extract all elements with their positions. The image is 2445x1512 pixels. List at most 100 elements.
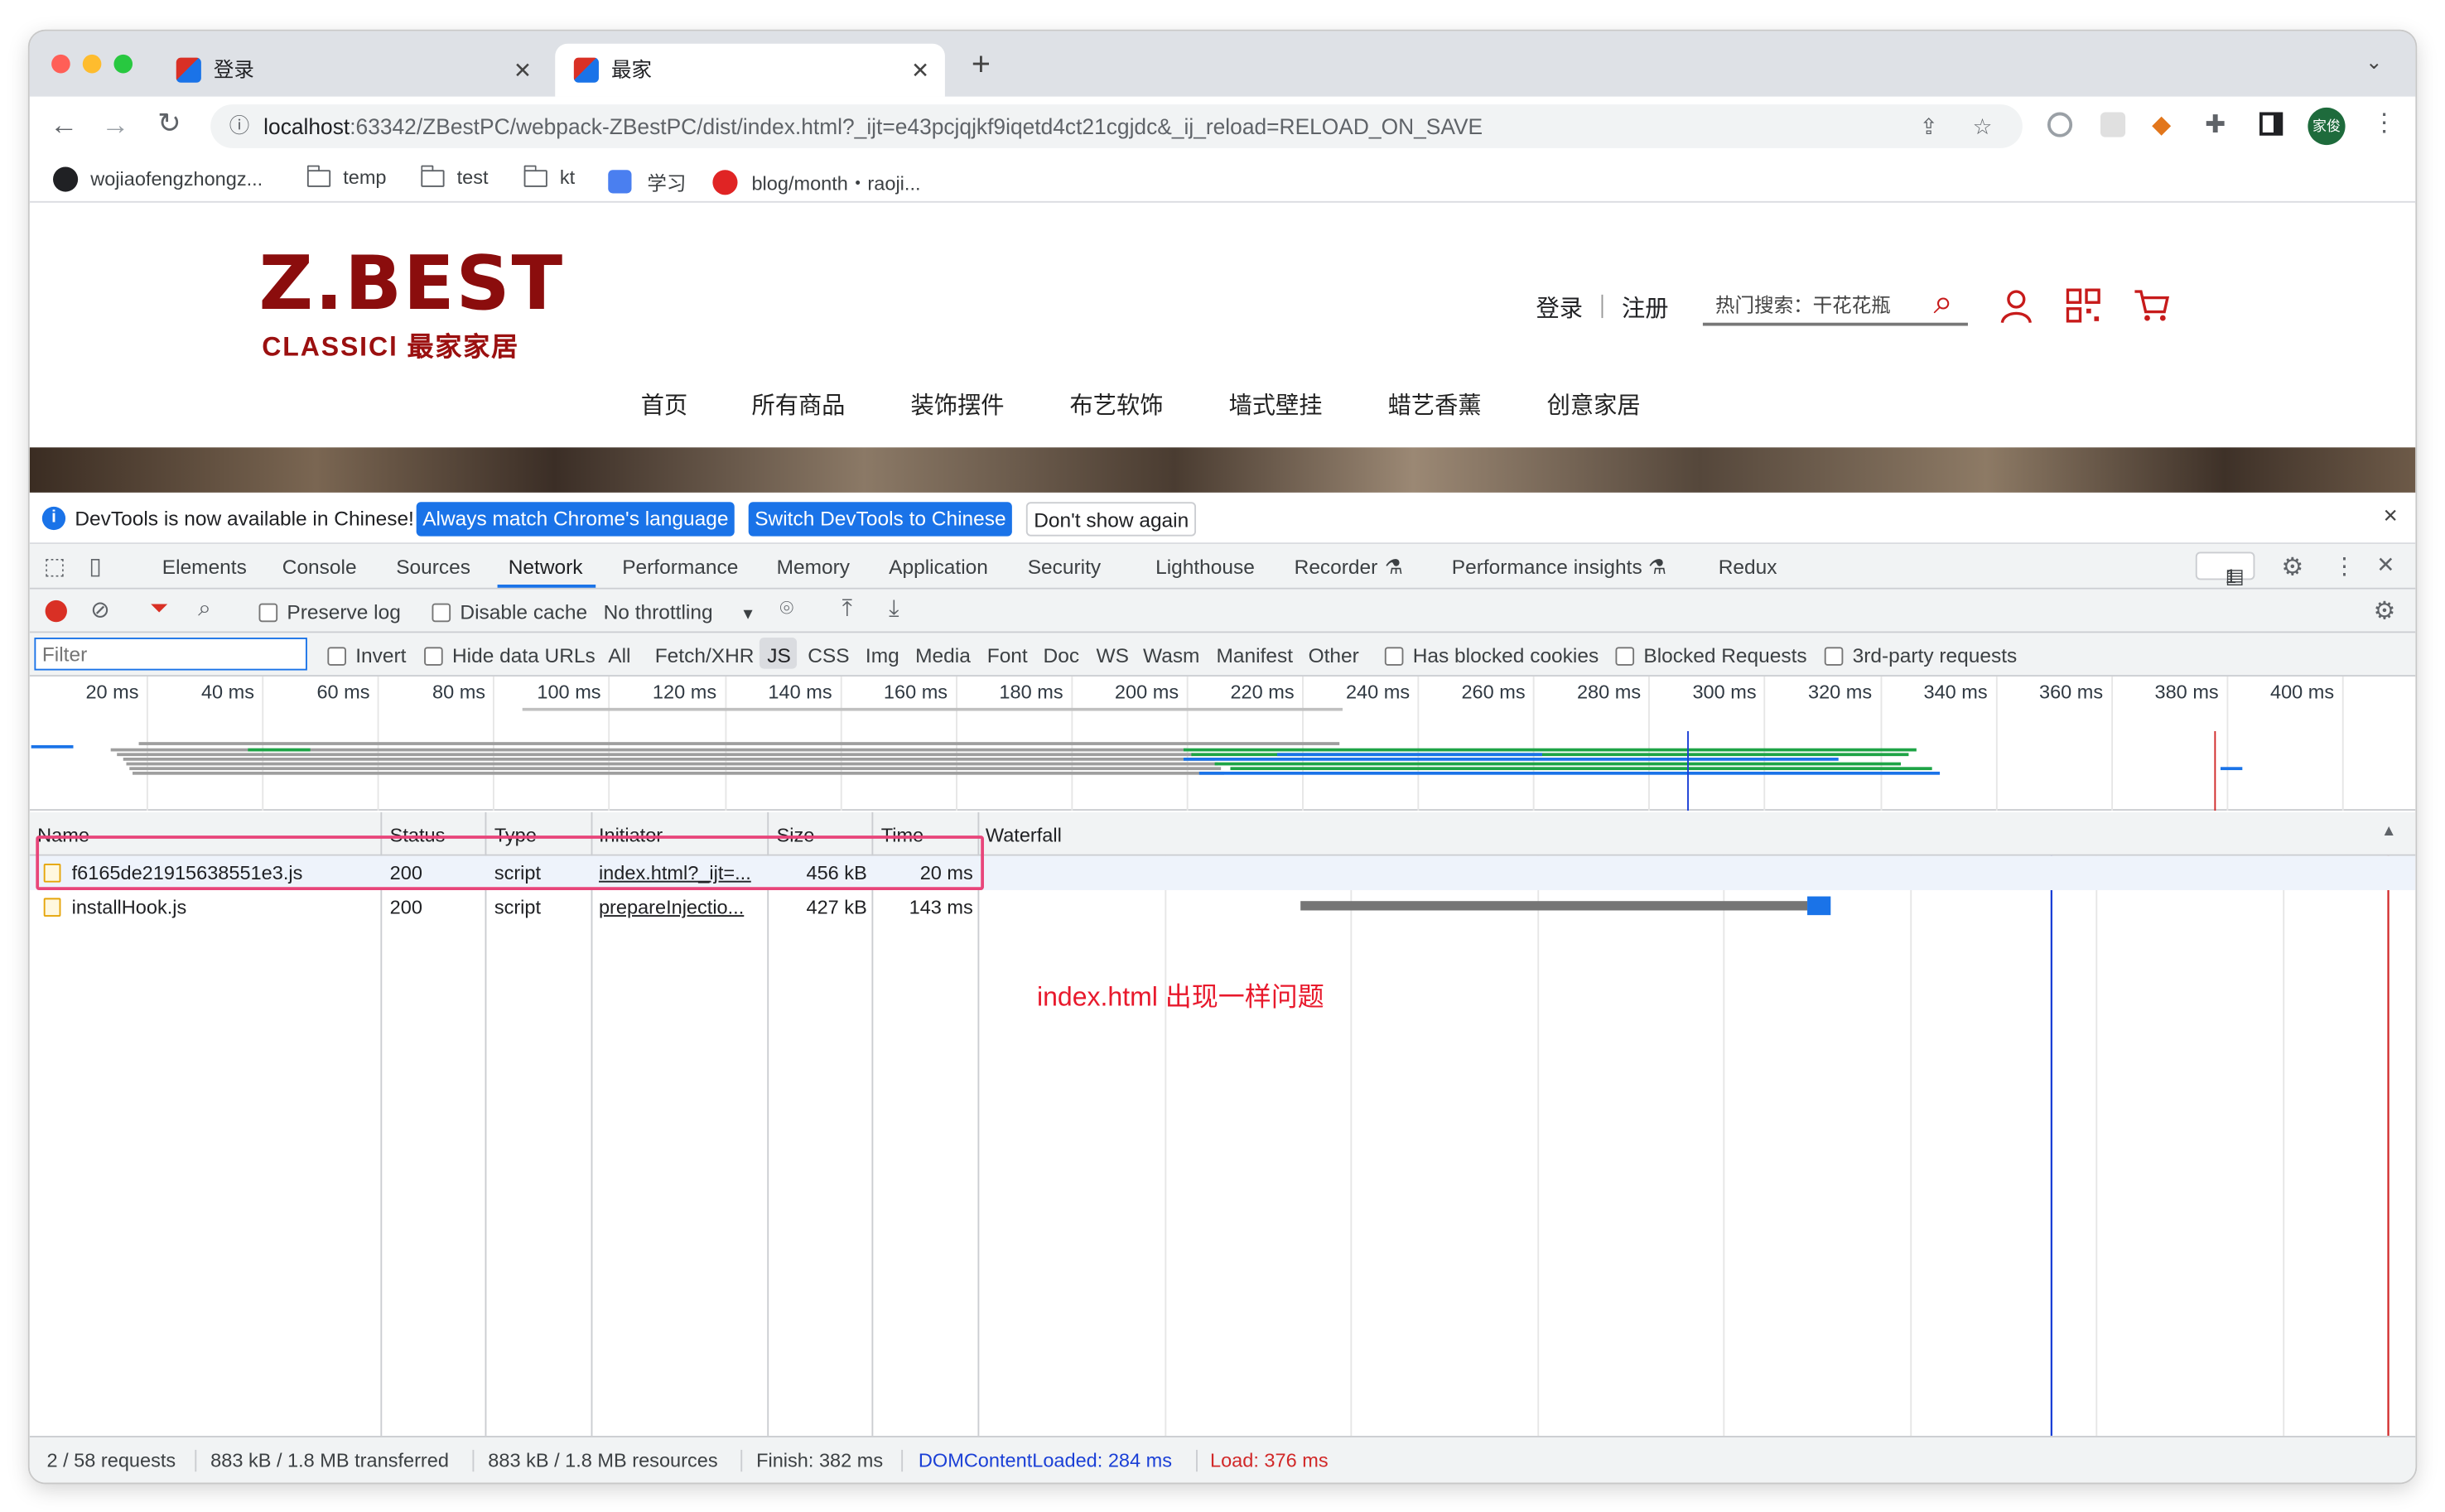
type-img[interactable]: Img <box>866 644 899 667</box>
table-row[interactable]: installHook.js 200 script prepareInjecti… <box>30 890 2416 924</box>
nav-item[interactable]: 蜡艺香薰 <box>1388 388 1482 421</box>
network-overview-timeline[interactable]: 20 ms 40 ms 60 ms 80 ms 100 ms 120 ms 140 ms 16… <box>29 677 2416 811</box>
sort-ascending-icon[interactable]: ▲ <box>2381 823 2397 840</box>
metamask-icon[interactable]: ◆ <box>2152 109 2171 141</box>
throttling-select[interactable]: No throttling ▼ <box>604 600 756 624</box>
tab-lighthouse[interactable]: Lighthouse <box>1155 555 1255 578</box>
extensions-puzzle-icon[interactable]: ✚ <box>2205 109 2226 141</box>
register-link[interactable]: 注册 <box>1622 291 1669 325</box>
tab-application[interactable]: Application <box>889 555 988 578</box>
close-devtools-icon[interactable]: ✕ <box>2376 551 2394 578</box>
request-initiator-link[interactable]: prepareInjectio... <box>599 890 763 924</box>
extension-icon[interactable] <box>2047 112 2073 137</box>
tab-console[interactable]: Console <box>282 555 357 578</box>
site-search-input[interactable]: 热门搜索：干花花瓶 <box>1702 286 1968 326</box>
forward-icon[interactable]: → <box>101 109 129 142</box>
type-other[interactable]: Other <box>1309 644 1359 667</box>
search-icon[interactable]: ⌕ <box>1934 282 1953 323</box>
nav-item[interactable]: 装饰摆件 <box>910 388 1004 421</box>
side-panel-icon[interactable] <box>2259 112 2283 136</box>
tab-memory[interactable]: Memory <box>777 555 850 578</box>
tab-sources[interactable]: Sources <box>396 555 470 578</box>
issues-badge[interactable]: ▤ 1 <box>2195 551 2255 588</box>
close-infobar-icon[interactable]: ✕ <box>2383 505 2399 527</box>
type-fetch-xhr[interactable]: Fetch/XHR <box>655 644 755 667</box>
export-har-icon[interactable]: ⤓ <box>889 595 899 622</box>
type-ws[interactable]: WS <box>1097 644 1129 667</box>
dont-show-again-button[interactable]: Don't show again <box>1025 502 1197 537</box>
minimize-window-button[interactable] <box>82 54 102 74</box>
settings-gear-icon[interactable]: ⚙ <box>2281 551 2303 583</box>
tab-redux[interactable]: Redux <box>1719 555 1777 578</box>
user-icon[interactable] <box>2000 290 2032 324</box>
network-conditions-icon[interactable]: ⌾ <box>779 595 793 622</box>
blocked-requests-checkbox[interactable]: Blocked Requests <box>1615 644 1807 667</box>
clear-icon[interactable]: ⊘ <box>90 595 110 624</box>
qr-code-icon[interactable] <box>2066 288 2100 323</box>
close-tab-icon[interactable]: ✕ <box>911 44 929 97</box>
tab-performance-insights[interactable]: Performance insights <box>1452 555 1642 578</box>
bookmark-item[interactable]: 学习 <box>608 166 686 196</box>
zoom-window-button[interactable] <box>113 54 133 74</box>
type-all[interactable]: All <box>608 644 630 667</box>
third-party-checkbox[interactable]: 3rd-party requests <box>1824 644 2017 667</box>
bookmark-folder[interactable]: kt <box>523 164 575 189</box>
filter-input[interactable] <box>34 638 307 671</box>
type-media[interactable]: Media <box>915 644 971 667</box>
address-bar[interactable]: ⓘ localhost:63342/ZBestPC/webpack-ZBestP… <box>210 104 2023 148</box>
tab-search-chevron-icon[interactable]: ⌄ <box>2365 50 2383 75</box>
site-info-icon[interactable]: ⓘ <box>229 104 250 148</box>
type-doc[interactable]: Doc <box>1044 644 1080 667</box>
invert-checkbox[interactable]: Invert <box>327 644 406 667</box>
nav-item[interactable]: 布艺软饰 <box>1070 388 1164 421</box>
close-window-button[interactable] <box>51 54 70 74</box>
tab-performance[interactable]: Performance <box>622 555 738 578</box>
type-manifest[interactable]: Manifest <box>1217 644 1294 667</box>
type-js[interactable]: JS <box>767 644 791 667</box>
nav-item[interactable]: 首页 <box>641 388 688 421</box>
tab-security[interactable]: Security <box>1028 555 1101 578</box>
type-css[interactable]: CSS <box>808 644 849 667</box>
search-icon[interactable]: ⌕ <box>198 595 211 622</box>
preserve-log-checkbox[interactable]: Preserve log <box>258 600 401 624</box>
tab-login[interactable]: 登录 ✕ <box>157 44 547 97</box>
tab-recorder[interactable]: Recorder <box>1295 555 1378 578</box>
nav-item[interactable]: 创意家居 <box>1547 388 1641 421</box>
col-waterfall[interactable]: Waterfall <box>986 825 1062 846</box>
cart-icon[interactable] <box>2134 288 2171 322</box>
bookmark-folder[interactable]: test <box>421 164 489 189</box>
nav-item[interactable]: 墙式壁挂 <box>1229 388 1323 421</box>
bookmark-item[interactable]: wojiaofengzhongz... <box>53 166 263 192</box>
site-logo[interactable]: Z.BEST <box>259 246 565 320</box>
back-icon[interactable]: ← <box>50 109 78 142</box>
tab-network[interactable]: Network <box>509 555 583 578</box>
type-wasm[interactable]: Wasm <box>1143 644 1199 667</box>
switch-chinese-button[interactable]: Switch DevTools to Chinese <box>748 502 1013 537</box>
network-settings-icon[interactable]: ⚙ <box>2373 595 2395 627</box>
extension-icon[interactable] <box>2100 112 2126 137</box>
match-language-button[interactable]: Always match Chrome's language <box>416 502 735 537</box>
disable-cache-checkbox[interactable]: Disable cache <box>432 600 587 624</box>
bookmark-folder[interactable]: temp <box>306 164 387 189</box>
device-toolbar-icon[interactable]: ▯ <box>89 551 102 580</box>
nav-item[interactable]: 所有商品 <box>751 388 845 421</box>
share-icon[interactable]: ⇪ <box>1920 104 1938 148</box>
record-icon[interactable] <box>45 600 67 623</box>
login-link[interactable]: 登录 <box>1536 291 1583 325</box>
filter-funnel-icon[interactable]: ⏷ <box>150 595 169 622</box>
import-har-icon[interactable]: ⤒ <box>842 595 853 622</box>
type-font[interactable]: Font <box>987 644 1028 667</box>
hide-data-urls-checkbox[interactable]: Hide data URLs <box>424 644 596 667</box>
bookmark-star-icon[interactable]: ☆ <box>1973 104 1993 148</box>
has-blocked-cookies-checkbox[interactable]: Has blocked cookies <box>1384 644 1599 667</box>
tab-elements[interactable]: Elements <box>162 555 247 578</box>
new-tab-icon[interactable]: + <box>972 46 991 84</box>
inspect-element-icon[interactable]: ⬚ <box>44 551 66 580</box>
profile-avatar[interactable]: 家俊 <box>2308 107 2346 146</box>
close-tab-icon[interactable]: ✕ <box>514 44 532 97</box>
menu-kebab-icon[interactable]: ⋮ <box>2372 108 2397 139</box>
tab-zuijia[interactable]: 最家 ✕ <box>555 43 945 97</box>
more-options-icon[interactable]: ⋮ <box>2333 551 2356 580</box>
bookmark-item[interactable]: blog/month・raoji... <box>712 166 921 196</box>
reload-icon[interactable]: ↻ <box>157 108 181 141</box>
